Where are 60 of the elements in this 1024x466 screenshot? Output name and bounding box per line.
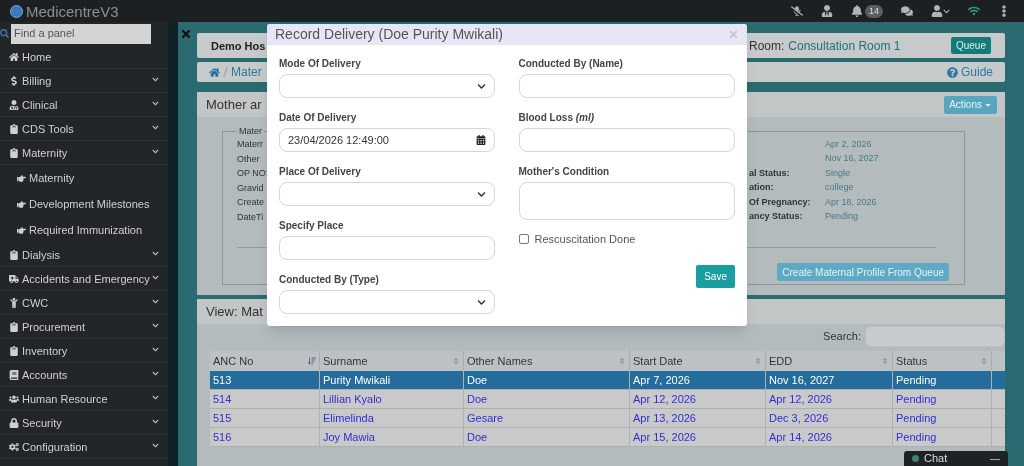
- field-value: Single: [825, 166, 851, 180]
- field-label: Specify Place: [279, 219, 345, 233]
- field-label: DateTi: [237, 210, 264, 224]
- field-label: Date Of Delivery: [279, 111, 358, 125]
- table-cell: Pending: [893, 409, 992, 427]
- room-name: Consultation Room 1: [788, 37, 901, 55]
- search-label: Search:: [823, 328, 861, 344]
- table-cell: Lillian Kyalo: [320, 390, 464, 408]
- table-cell: Apr 14, 2026: [766, 428, 893, 446]
- field-value: Apr 2, 2026: [825, 137, 872, 151]
- table-cell: Doe: [464, 390, 630, 408]
- table-cell: Gesare: [464, 409, 630, 427]
- table-cell: Nov 16, 2027: [766, 371, 893, 389]
- table-cell: Apr 15, 2026: [630, 428, 766, 446]
- room-label: Room:: [749, 37, 785, 55]
- table-cell: Doe: [464, 428, 630, 446]
- field-label: ancy Status:: [749, 211, 803, 221]
- table-cell: Dec 3, 2026: [766, 409, 893, 427]
- field-label: Mode Of Delivery: [279, 57, 362, 71]
- field-label: Create: [237, 196, 264, 209]
- table-cell: Elimelinda: [320, 409, 464, 427]
- table-cell: 514: [210, 390, 320, 408]
- hospital-name: Demo Hos: [211, 39, 266, 52]
- table-cell: 516: [210, 428, 320, 446]
- table-cell: 513: [210, 371, 320, 389]
- field-label: Gravid: [237, 181, 264, 195]
- table-cell: Apr 7, 2026: [630, 371, 766, 389]
- field-label: Other: [237, 152, 260, 166]
- table-cell: Pending: [893, 390, 992, 408]
- field-label: Place Of Delivery: [279, 165, 362, 179]
- field-label: Mother's Condition: [518, 165, 611, 179]
- table-cell: Apr 13, 2026: [630, 409, 766, 427]
- field-label: Blood Loss (ml): [518, 111, 596, 125]
- notification-count: 14: [865, 4, 883, 18]
- checkbox-label: Rescuscitation Done: [534, 232, 636, 247]
- table-cell: Doe: [464, 371, 630, 389]
- fieldset-legend: Mater: [237, 126, 264, 137]
- field-value: Apr 18, 2026: [825, 195, 877, 209]
- panel-title: Mother ar: [206, 95, 262, 114]
- table-cell: Apr 12, 2026: [630, 390, 766, 408]
- table-cell: 515: [210, 409, 320, 427]
- table-cell: Pending: [893, 428, 992, 446]
- field-value: Pending: [825, 210, 859, 223]
- field-label: Materr: [237, 138, 263, 151]
- field-label: Of Pregnancy:: [749, 196, 811, 207]
- field-label: Conducted By (Name): [518, 57, 624, 71]
- field-value: Nov 16, 2027: [825, 152, 879, 165]
- table-cell: Pending: [893, 371, 992, 389]
- table-cell: Apr 12, 2026: [766, 390, 893, 408]
- field-label: al Status:: [749, 167, 790, 178]
- chat-label: Chat: [924, 451, 948, 466]
- dialog-title: Record Delivery (Doe Purity Mwikali): [275, 25, 503, 44]
- panel-title: View: Mat: [206, 302, 263, 321]
- field-label: Conducted By (Type): [279, 273, 380, 287]
- table-cell: Purity Mwikali: [320, 371, 464, 389]
- field-label: OP NO:: [237, 167, 269, 180]
- field-value: college: [825, 181, 854, 194]
- app-title: MedicentreV3: [26, 3, 119, 19]
- field-label: ation:: [749, 182, 774, 192]
- table-cell: Joy Mawia: [320, 428, 464, 446]
